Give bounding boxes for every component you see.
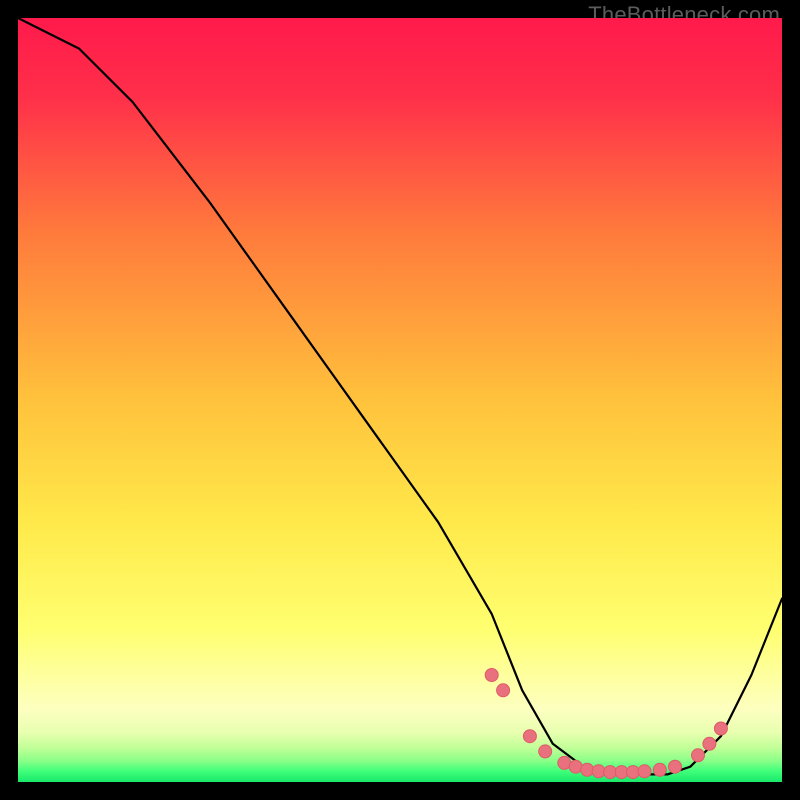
- gradient-background: [18, 18, 782, 782]
- bottleneck-plot: [18, 18, 782, 782]
- marker-point: [539, 745, 552, 758]
- marker-point: [692, 749, 705, 762]
- marker-point: [703, 737, 716, 750]
- marker-point: [485, 669, 498, 682]
- marker-point: [523, 730, 536, 743]
- marker-point: [638, 765, 651, 778]
- marker-point: [669, 760, 682, 773]
- marker-point: [714, 722, 727, 735]
- marker-point: [497, 684, 510, 697]
- marker-point: [653, 763, 666, 776]
- marker-point: [569, 760, 582, 773]
- marker-point: [581, 763, 594, 776]
- chart-stage: TheBottleneck.com: [0, 0, 800, 800]
